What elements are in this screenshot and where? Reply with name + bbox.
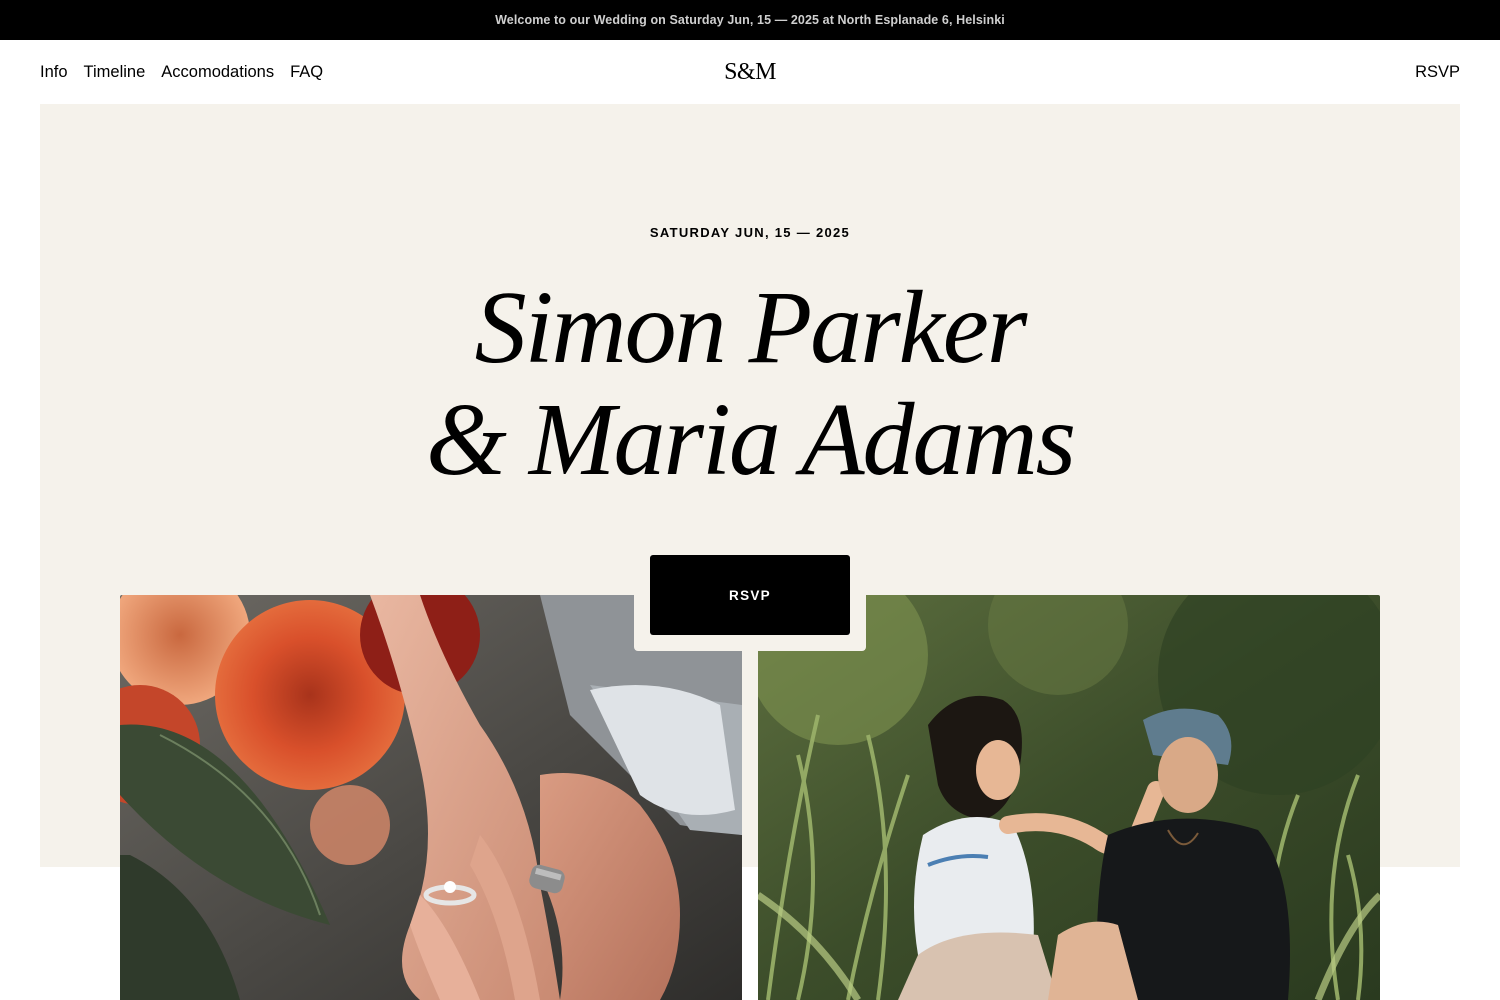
main-nav: Info Timeline Accomodations FAQ	[40, 40, 323, 104]
photo-couple-greenery	[758, 595, 1380, 1000]
headline-line-2: & Maria Adams	[425, 382, 1076, 497]
site-logo[interactable]: S&M	[724, 40, 776, 104]
nav-link-timeline[interactable]: Timeline	[84, 63, 146, 82]
headline-line-1: Simon Parker	[474, 270, 1028, 385]
couple-photo-illustration	[758, 595, 1380, 1000]
nav-link-faq[interactable]: FAQ	[290, 63, 323, 82]
wedding-date: SATURDAY JUN, 15 — 2025	[649, 225, 851, 240]
rings-photo-illustration	[120, 595, 742, 1000]
announcement-bar: Welcome to our Wedding on Saturday Jun, …	[0, 0, 1500, 40]
photo-rings-hands	[120, 595, 742, 1000]
nav-link-accomodations[interactable]: Accomodations	[161, 63, 274, 82]
announcement-text: Welcome to our Wedding on Saturday Jun, …	[495, 13, 1005, 27]
nav-link-info[interactable]: Info	[40, 63, 68, 82]
site-header: Info Timeline Accomodations FAQ S&M RSVP	[0, 40, 1500, 104]
hero-rsvp-button[interactable]: RSVP	[650, 555, 850, 635]
nav-rsvp-link[interactable]: RSVP	[1415, 40, 1460, 104]
couple-names-heading: Simon Parker & Maria Adams	[40, 272, 1460, 496]
